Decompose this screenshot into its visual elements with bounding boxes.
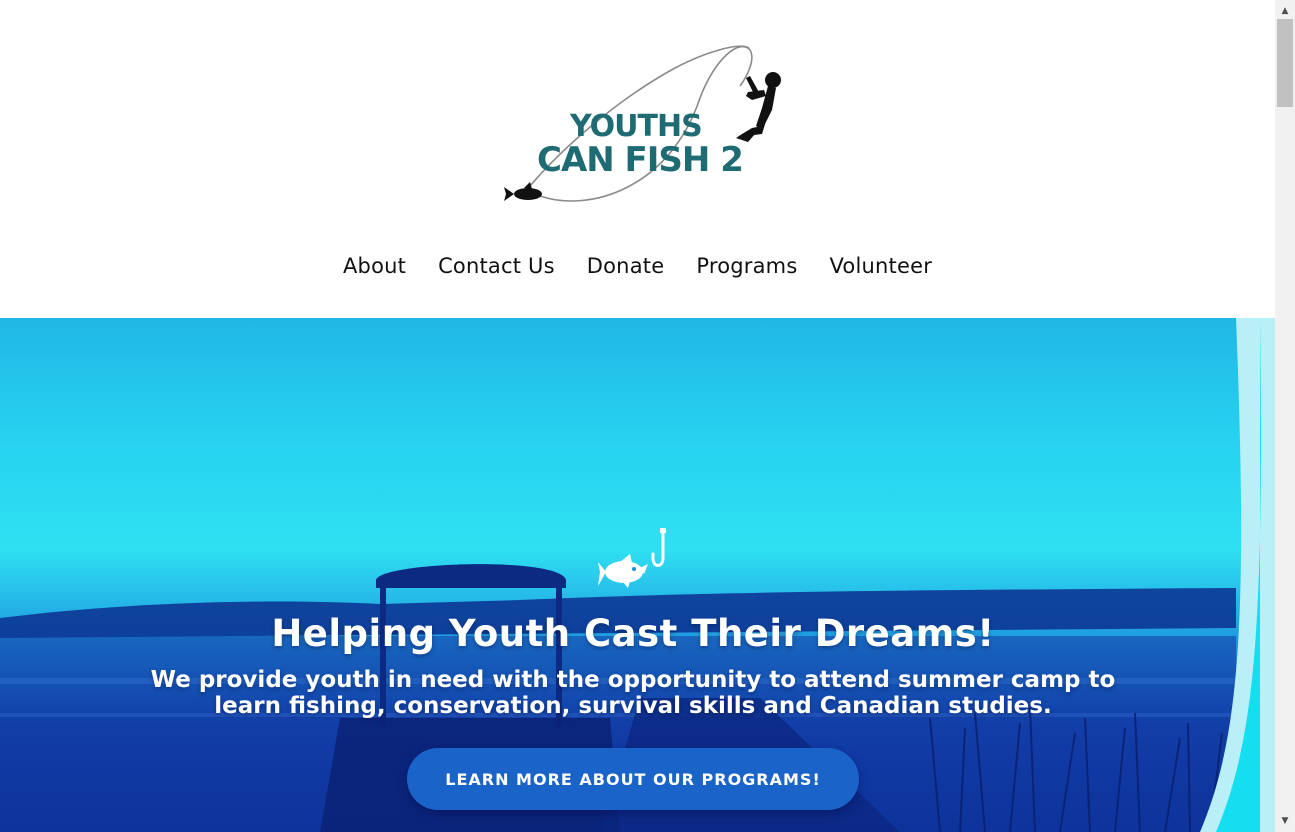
site-logo[interactable]: YOUTHS CAN FISH 2 (500, 38, 790, 210)
hero-subtitle: We provide youth in need with the opport… (150, 667, 1116, 719)
nav-item-about[interactable]: About (343, 254, 406, 278)
page: YOUTHS CAN FISH 2 About Contact Us Donat… (0, 0, 1275, 832)
fisherman-fish-logo-icon: YOUTHS CAN FISH 2 (504, 45, 781, 202)
site-header: YOUTHS CAN FISH 2 About Contact Us Donat… (0, 0, 1275, 318)
hero-section: Helping Youth Cast Their Dreams! We prov… (0, 318, 1275, 832)
hero-title: Helping Youth Cast Their Dreams! (271, 612, 995, 655)
nav-item-volunteer[interactable]: Volunteer (829, 254, 932, 278)
triangle-down-icon[interactable]: ▼ (1275, 812, 1295, 829)
main-nav: About Contact Us Donate Programs Volunte… (0, 248, 1275, 284)
vertical-scrollbar[interactable]: ▲ ▼ (1275, 0, 1295, 832)
nav-item-programs[interactable]: Programs (696, 254, 797, 278)
logo-line1: YOUTHS (569, 109, 702, 144)
learn-more-programs-button[interactable]: LEARN MORE ABOUT OUR PROGRAMS! (407, 748, 859, 810)
logo-line2: CAN FISH 2 (537, 140, 743, 180)
hero-content: Helping Youth Cast Their Dreams! We prov… (0, 318, 1236, 832)
scrollbar-thumb[interactable] (1277, 19, 1293, 107)
triangle-up-icon[interactable]: ▲ (1275, 2, 1295, 19)
nav-item-contact-us[interactable]: Contact Us (438, 254, 555, 278)
fish-hook-icon (596, 528, 670, 592)
nav-item-donate[interactable]: Donate (587, 254, 665, 278)
